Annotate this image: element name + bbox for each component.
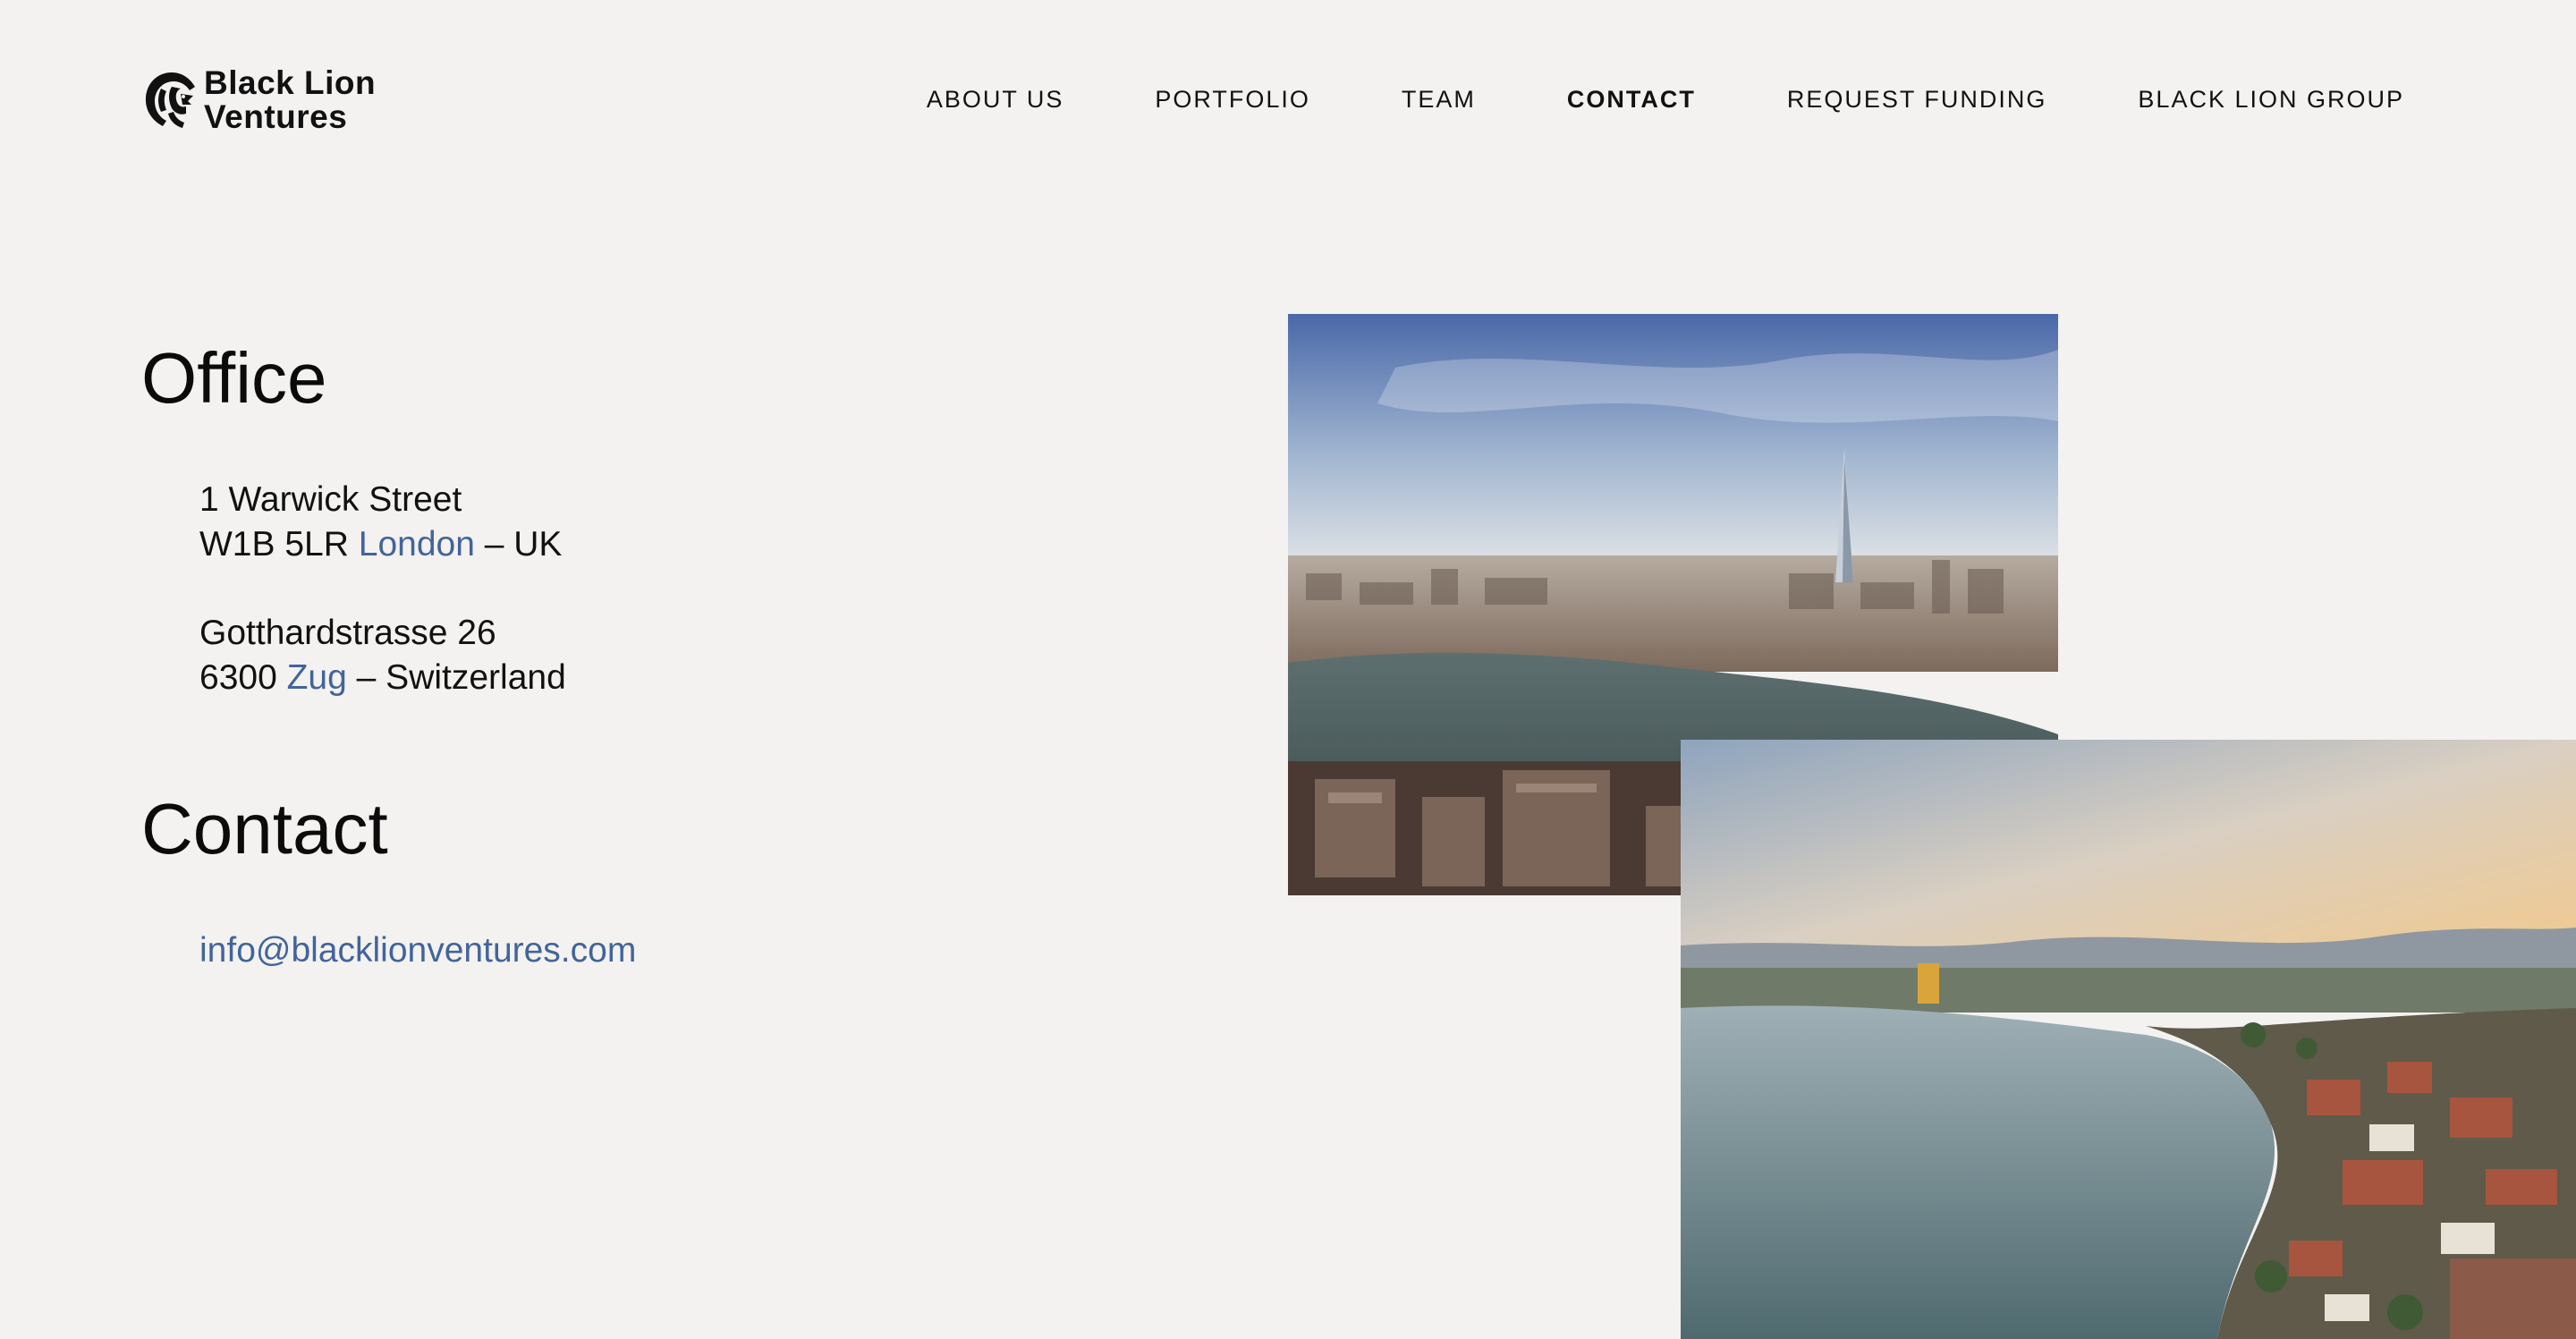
zug-country: – Switzerland (356, 658, 566, 697)
zug-city-line: 6300 Zug – Switzerland (199, 656, 566, 700)
nav-contact[interactable]: CONTACT (1567, 84, 1696, 114)
london-city-line: W1B 5LR London – UK (199, 522, 562, 567)
zug-city: Zug (286, 658, 347, 697)
zug-postcode: 6300 (199, 658, 277, 697)
logo-line-1: Black Lion (204, 64, 377, 101)
logo[interactable]: Black Lion Ventures (141, 66, 376, 134)
email-link[interactable]: info@blacklionventures.com (199, 928, 636, 973)
nav-portfolio[interactable]: PORTFOLIO (1155, 84, 1310, 114)
nav-black-lion-group[interactable]: BLACK LION GROUP (2138, 84, 2404, 114)
london-city: London (358, 525, 475, 564)
london-country: – UK (484, 525, 563, 564)
contact-heading: Contact (141, 789, 388, 869)
main-nav: ABOUT US PORTFOLIO TEAM CONTACT REQUEST … (835, 84, 2404, 114)
nav-about-us[interactable]: ABOUT US (927, 84, 1064, 114)
lion-head-icon (145, 72, 195, 128)
zug-aerial-photo (1681, 740, 2576, 1339)
nav-team[interactable]: TEAM (1402, 84, 1476, 114)
logo-wordmark: Black Lion Ventures (204, 66, 376, 134)
london-postcode: W1B 5LR (199, 525, 349, 564)
london-address: 1 Warwick Street W1B 5LR London – UK (199, 478, 562, 567)
nav-request-funding[interactable]: REQUEST FUNDING (1787, 84, 2047, 114)
logo-line-2: Ventures (204, 98, 348, 135)
office-heading: Office (141, 338, 327, 418)
zug-address: Gotthardstrasse 26 6300 Zug – Switzerlan… (199, 611, 566, 700)
zug-street: Gotthardstrasse 26 (199, 614, 496, 652)
london-street: 1 Warwick Street (199, 480, 462, 519)
